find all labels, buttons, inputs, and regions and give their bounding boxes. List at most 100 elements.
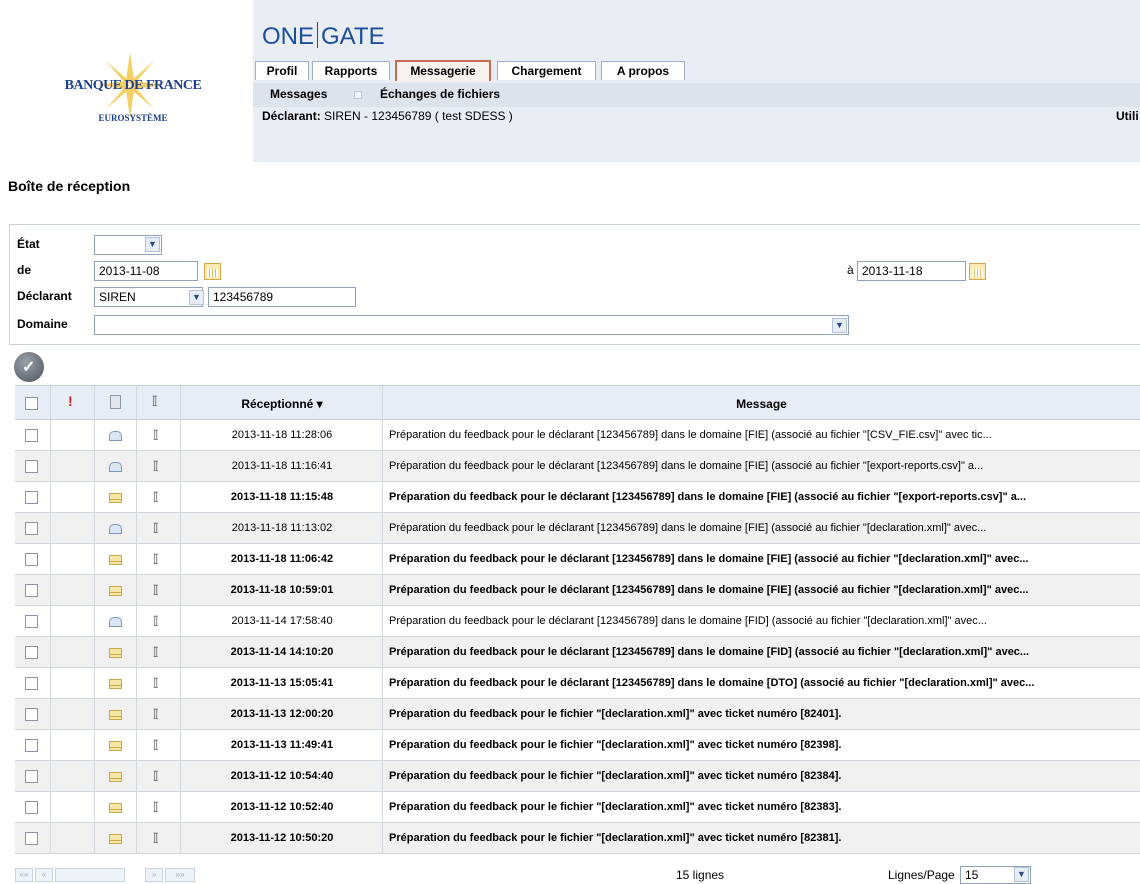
table-row[interactable]: 𝕀 2013-11-18 11:16:41 Préparation du feedb… [15,451,1140,482]
row-select-cell [15,730,51,760]
table-row[interactable]: 𝕀 2013-11-13 12:00:20 Préparation du feedb… [15,699,1140,730]
table-row[interactable]: 𝕀 2013-11-14 14:10:20 Préparation du feedb… [15,637,1140,668]
paperclip-icon[interactable]: 𝕀 [153,458,159,475]
a-calendar-icon[interactable] [969,263,986,280]
row-select-cell [15,637,51,667]
paperclip-icon[interactable]: 𝕀 [153,706,159,723]
message-subject[interactable]: Préparation du feedback pour le déclaran… [389,584,1029,596]
first-page-button[interactable]: «« [15,868,33,882]
paperclip-icon[interactable]: 𝕀 [153,830,159,847]
paperclip-icon[interactable]: 𝕀 [153,551,159,568]
de-calendar-icon[interactable] [204,263,221,280]
row-select-cell [15,761,51,791]
message-subject[interactable]: Préparation du feedback pour le déclaran… [389,646,1029,658]
next-page-button[interactable]: » [145,868,163,882]
paperclip-icon[interactable]: 𝕀 [153,644,159,661]
row-checkbox[interactable] [25,460,38,473]
message-subject[interactable]: Préparation du feedback pour le fichier … [389,832,841,844]
row-checkbox[interactable] [25,801,38,814]
paperclip-icon[interactable]: 𝕀 [153,799,159,816]
page-title: Boîte de réception [8,178,131,194]
row-priority-cell [51,637,95,667]
row-priority-cell [51,792,95,822]
subnav-messages[interactable]: Messages [270,87,327,101]
message-subject[interactable]: Préparation du feedback pour le déclaran… [389,460,983,472]
lines-per-page-dropdown-icon[interactable]: ▼ [1014,867,1029,882]
table-row[interactable]: 𝕀 2013-11-18 11:06:42 Préparation du feedb… [15,544,1140,575]
select-all-checkbox[interactable] [25,397,38,410]
row-checkbox[interactable] [25,770,38,783]
row-checkbox[interactable] [25,739,38,752]
tab-rapports[interactable]: Rapports [312,61,390,80]
table-row[interactable]: 𝕀 2013-11-18 10:59:01 Préparation du feedb… [15,575,1140,606]
message-subject[interactable]: Préparation du feedback pour le déclaran… [389,615,987,627]
table-row[interactable]: 𝕀 2013-11-12 10:50:20 Préparation du feedb… [15,823,1140,854]
row-checkbox[interactable] [25,832,38,845]
paperclip-icon[interactable]: 𝕀 [153,768,159,785]
domaine-dropdown-icon[interactable]: ▼ [832,318,847,333]
paperclip-icon[interactable]: 𝕀 [153,427,159,444]
header-received-cell[interactable]: Réceptionné ▾ [181,386,383,419]
table-row[interactable]: 𝕀 2013-11-13 11:49:41 Préparation du feedb… [15,730,1140,761]
table-row[interactable]: 𝕀 2013-11-18 11:28:06 Préparation du feedb… [15,420,1140,451]
paperclip-icon[interactable]: 𝕀 [153,489,159,506]
row-checkbox[interactable] [25,677,38,690]
received-date: 2013-11-18 11:15:48 [230,491,334,503]
declarant-type-dropdown-icon[interactable]: ▼ [189,290,204,305]
domaine-select[interactable] [94,315,849,335]
declarant-id-input[interactable]: 123456789 [208,287,356,307]
tab-a-propos[interactable]: A propos [601,61,685,80]
table-row[interactable]: 𝕀 2013-11-14 17:58:40 Préparation du feedb… [15,606,1140,637]
row-checkbox[interactable] [25,646,38,659]
row-checkbox[interactable] [25,584,38,597]
declarant-type-select[interactable]: SIREN [94,287,203,307]
prev-page-button[interactable]: « [35,868,53,882]
received-date: 2013-11-18 11:16:41 [231,460,333,472]
de-date-input[interactable]: 2013-11-08 [94,261,198,281]
etat-dropdown-icon[interactable]: ▼ [145,237,160,252]
row-checkbox[interactable] [25,491,38,504]
paperclip-icon[interactable]: 𝕀 [153,675,159,692]
message-subject[interactable]: Préparation du feedback pour le déclaran… [389,677,1034,689]
row-attachment-cell: 𝕀 [137,544,181,574]
table-row[interactable]: 𝕀 2013-11-13 15:05:41 Préparation du feedb… [15,668,1140,699]
row-attachment-cell: 𝕀 [137,451,181,481]
message-subject[interactable]: Préparation du feedback pour le déclaran… [389,491,1026,503]
envelope-icon [109,648,122,658]
table-row[interactable]: 𝕀 2013-11-12 10:52:40 Préparation du feedb… [15,792,1140,823]
table-row[interactable]: 𝕀 2013-11-18 11:13:02 Préparation du feedb… [15,513,1140,544]
message-subject[interactable]: Préparation du feedback pour le fichier … [389,708,841,720]
message-subject[interactable]: Préparation du feedback pour le fichier … [389,770,841,782]
message-subject[interactable]: Préparation du feedback pour le déclaran… [389,429,992,441]
row-checkbox[interactable] [25,522,38,535]
tab-messagerie[interactable]: Messagerie [395,60,491,81]
received-date: 2013-11-12 10:50:20 [230,832,334,844]
paperclip-icon[interactable]: 𝕀 [153,520,159,537]
row-checkbox[interactable] [25,708,38,721]
row-checkbox[interactable] [25,429,38,442]
received-date: 2013-11-14 14:10:20 [230,646,334,658]
refresh-icon[interactable] [14,352,44,382]
row-select-cell [15,606,51,636]
row-checkbox[interactable] [25,553,38,566]
tab-profil[interactable]: Profil [255,61,309,80]
paperclip-icon[interactable]: 𝕀 [153,613,159,630]
message-subject[interactable]: Préparation du feedback pour le déclaran… [389,553,1029,565]
header-select-cell [15,386,51,419]
paperclip-icon[interactable]: 𝕀 [153,582,159,599]
table-row[interactable]: 𝕀 2013-11-18 11:15:48 Préparation du feedb… [15,482,1140,513]
row-select-cell [15,420,51,450]
message-subject[interactable]: Préparation du feedback pour le fichier … [389,739,841,751]
message-subject[interactable]: Préparation du feedback pour le déclaran… [389,522,986,534]
message-subject[interactable]: Préparation du feedback pour le fichier … [389,801,841,813]
subnav-echanges-de-fichiers[interactable]: Échanges de fichiers [380,87,500,101]
row-checkbox[interactable] [25,615,38,628]
a-date-input[interactable]: 2013-11-18 [857,261,966,281]
app-logo-part-2: GATE [321,23,385,50]
table-row[interactable]: 𝕀 2013-11-12 10:54:40 Préparation du feedb… [15,761,1140,792]
declarant-info: Déclarant: SIREN - 123456789 ( test SDES… [262,109,513,123]
last-page-button[interactable]: »» [165,868,195,882]
paperclip-icon[interactable]: 𝕀 [153,737,159,754]
sort-received-header[interactable]: Réceptionné ▾ [181,397,383,411]
tab-chargement[interactable]: Chargement [497,61,596,80]
